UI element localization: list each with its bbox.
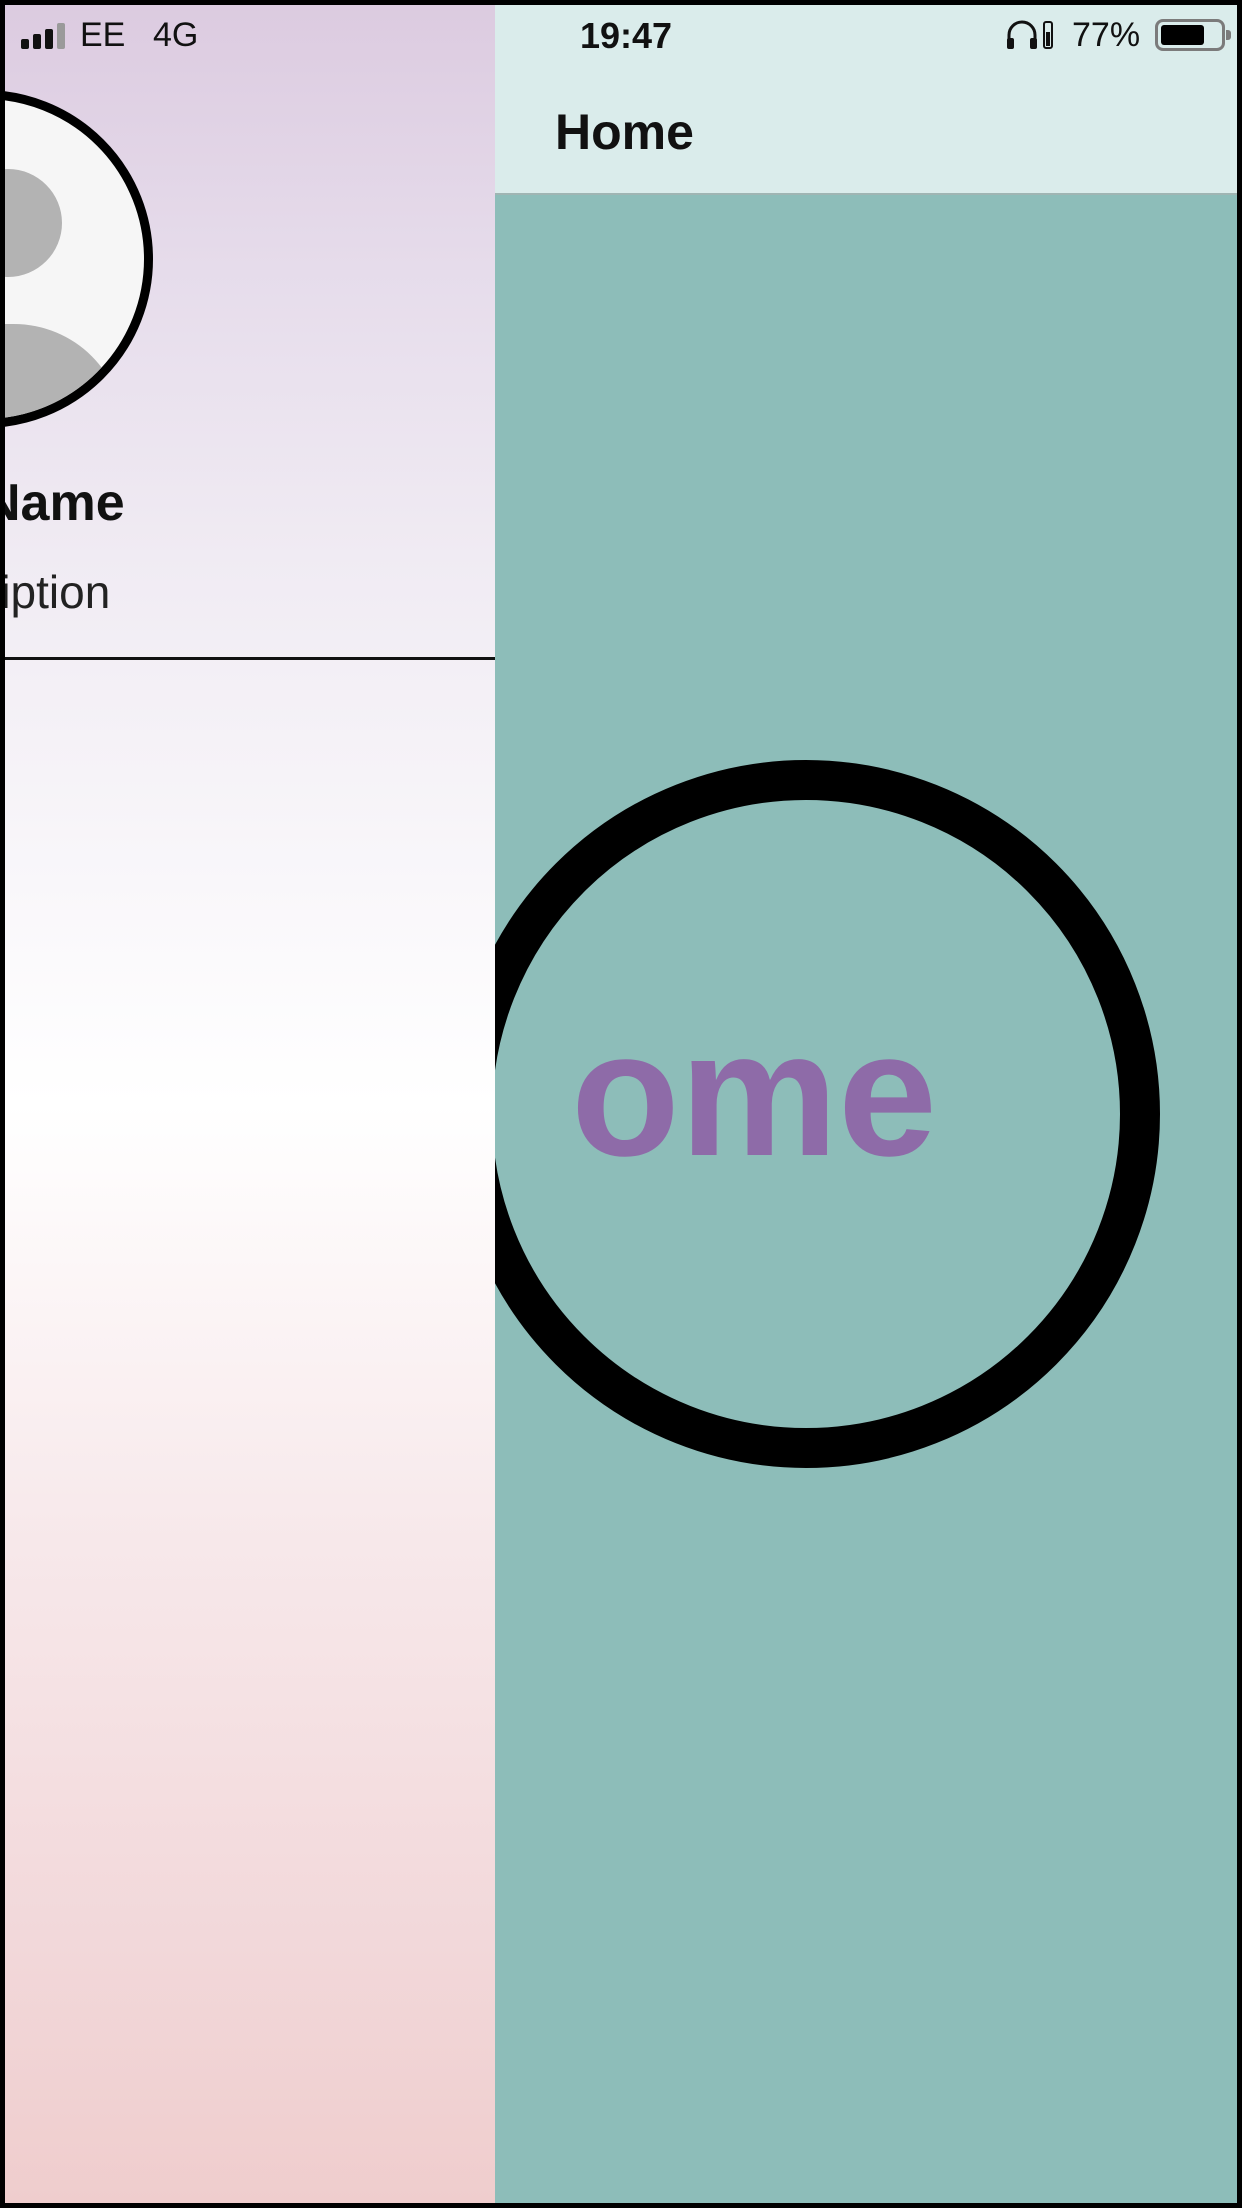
profile-name: Name [5,474,125,532]
battery-fill [1161,25,1205,45]
person-placeholder-body [5,324,124,419]
page-title: Home [555,104,694,160]
battery-icon [1155,19,1231,51]
status-bar: EE 4G 19:47 77% [5,5,1237,65]
app-frame: Name scription Home ome EE 4G 19:47 77% [0,0,1242,2208]
signal-bars-icon [21,23,65,49]
center-text-container: ome [495,195,1237,2203]
carrier-name: EE [80,16,126,54]
headphones-battery-icon [1043,21,1053,49]
status-time: 19:47 [580,15,673,56]
home-content: ome [495,195,1237,2203]
network-type: 4G [153,16,199,54]
person-placeholder-icon [5,169,62,277]
drawer-divider [5,657,495,660]
profile-avatar[interactable] [5,90,153,428]
battery-percent: 77% [1072,16,1141,54]
profile-description: scription [5,566,111,618]
main-screen: Home ome [495,5,1237,2203]
headphones-icon [1007,20,1037,49]
center-text: ome [571,994,937,1193]
side-drawer: Name scription [5,5,495,2203]
battery-nub [1226,30,1231,40]
drawer-header: Name scription [5,5,495,659]
